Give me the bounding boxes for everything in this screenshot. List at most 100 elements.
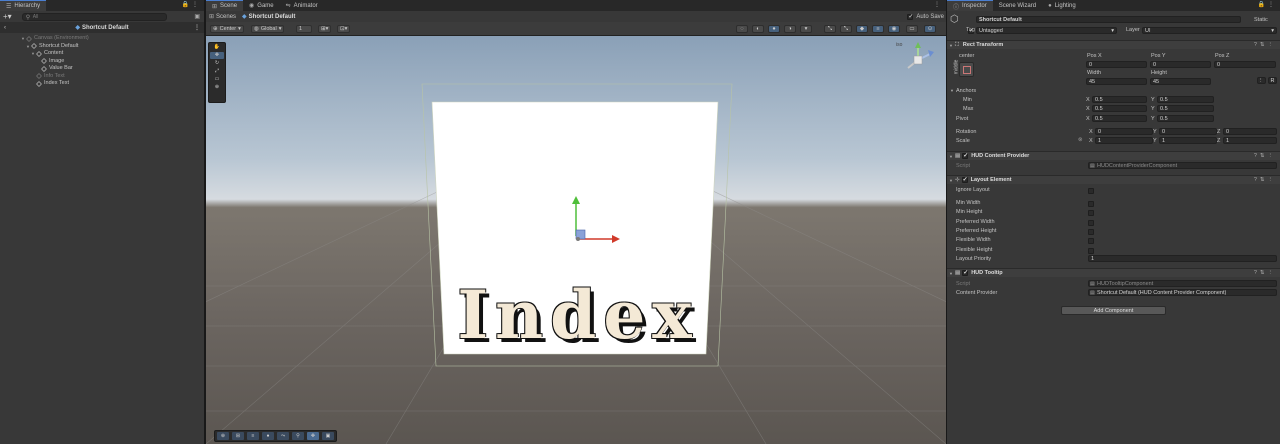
fx-toggle-icon[interactable]: ≡ xyxy=(872,25,884,33)
grid-snap-dropdown[interactable]: ⊞▾ xyxy=(318,25,332,33)
back-icon[interactable]: ‹ xyxy=(4,25,6,31)
raw-edit-button[interactable]: R xyxy=(1268,77,1277,84)
rotation-y-field[interactable]: 0 xyxy=(1159,128,1217,135)
layout-priority-field[interactable]: 1 xyxy=(1088,255,1277,262)
tab-scene[interactable]: ⊞ Scene xyxy=(206,0,244,11)
breadcrumb-root[interactable]: Scenes xyxy=(216,14,236,20)
anchor-max-y-field[interactable]: 0.5 xyxy=(1157,105,1214,112)
scale-z-field[interactable]: 1 xyxy=(1223,137,1277,144)
hierarchy-item[interactable]: ▼ Content xyxy=(0,50,204,58)
camera-settings-icon[interactable]: ▭ xyxy=(906,25,918,33)
zoom-icon[interactable]: ⚲ xyxy=(292,432,304,440)
anchor-preset-button[interactable] xyxy=(959,62,974,77)
foldout-icon[interactable]: ▼ xyxy=(947,43,955,48)
layout-element-header[interactable]: ▼ ⊹ Layout Element ?⇅⋮ xyxy=(947,175,1280,184)
hierarchy-item[interactable]: Image xyxy=(0,58,204,66)
move-icon[interactable]: ✥ xyxy=(307,432,319,440)
layout-row-checkbox[interactable] xyxy=(1088,201,1094,207)
tab-lighting[interactable]: ● Lighting xyxy=(1042,0,1082,11)
tab-game[interactable]: ◉ Game xyxy=(243,0,280,11)
tab-animator[interactable]: ⇋ Animator xyxy=(280,0,324,11)
component-menu-icon[interactable]: ?⇅⋮ xyxy=(1254,153,1276,159)
2d-toggle-icon[interactable]: ⤡ xyxy=(824,25,836,33)
layout-row-checkbox[interactable] xyxy=(1088,210,1094,217)
foldout-icon[interactable]: ▼ xyxy=(947,178,955,183)
pos-y-field[interactable]: 0 xyxy=(1150,61,1211,68)
increment-snap-dropdown[interactable]: ⊡▾ xyxy=(337,25,351,33)
filter-icon[interactable]: ▣ xyxy=(194,13,200,20)
rotation-x-field[interactable]: 0 xyxy=(1095,128,1153,135)
breadcrumb-current[interactable]: Shortcut Default xyxy=(249,14,296,20)
component-enabled-checkbox[interactable] xyxy=(962,152,968,159)
component-menu-icon[interactable]: ?⇅⋮ xyxy=(1254,177,1276,183)
add-icon[interactable]: +▾ xyxy=(3,12,12,21)
sphere-icon[interactable]: ● xyxy=(262,432,274,440)
anchor-min-y-field[interactable]: 0.5 xyxy=(1157,96,1214,103)
hierarchy-item[interactable]: Value Bar xyxy=(0,65,204,73)
foldout-icon[interactable]: ▼ xyxy=(947,271,955,276)
tab-hierarchy[interactable]: ☰ Hierarchy xyxy=(0,0,47,11)
constrain-scale-icon[interactable]: ⊗ xyxy=(1078,137,1083,143)
width-field[interactable]: 45 xyxy=(1086,78,1147,85)
space-mode-dropdown[interactable]: ◍ Global ▾ xyxy=(251,25,285,33)
hidden-objects-icon[interactable]: ◉ xyxy=(888,25,900,33)
tag-dropdown[interactable]: Untagged ▾ xyxy=(976,27,1117,34)
pos-z-field[interactable]: 0 xyxy=(1214,61,1276,68)
search-input[interactable]: All xyxy=(21,12,167,21)
panel-menu-icon[interactable]: ⋮ xyxy=(934,1,943,8)
shading-shaded-wire-icon[interactable]: ◐ xyxy=(752,25,764,33)
anchors-foldout-icon[interactable]: ▼ xyxy=(950,88,954,93)
rect-transform-header[interactable]: ▼ ⛶ Rect Transform ?⇅⋮ xyxy=(947,40,1280,49)
rotation-z-field[interactable]: 0 xyxy=(1223,128,1277,135)
content-provider-field[interactable]: Shortcut Default (HUD Content Provider C… xyxy=(1088,289,1277,296)
hierarchy-item[interactable]: ▼ Canvas (Environment) xyxy=(0,35,204,43)
pivot-icon[interactable]: ⊕ xyxy=(217,432,229,440)
orientation-gizmo[interactable]: iso xyxy=(894,38,942,82)
hud-tooltip-header[interactable]: ▼ ▤ HUD Tooltip ?⇅⋮ xyxy=(947,268,1280,277)
blueprint-mode-button[interactable]: ⋮⋮ xyxy=(1257,77,1266,84)
layout-row-checkbox[interactable] xyxy=(1088,247,1094,254)
object-name-field[interactable]: Shortcut Default xyxy=(976,16,1241,23)
gizmos-icon[interactable]: ⊙ xyxy=(924,25,936,33)
hierarchy-item[interactable]: Index Text xyxy=(0,80,204,88)
anchor-max-x-field[interactable]: 0.5 xyxy=(1092,105,1147,112)
layer-dropdown[interactable]: UI ▾ xyxy=(1142,27,1277,34)
expand-arrow-icon[interactable]: ▼ xyxy=(25,43,31,51)
foldout-icon[interactable]: ▼ xyxy=(947,154,955,159)
snap-field[interactable]: 1 xyxy=(296,25,312,33)
component-enabled-checkbox[interactable] xyxy=(961,176,968,183)
auto-save-checkbox[interactable] xyxy=(907,13,913,20)
scale-y-field[interactable]: 1 xyxy=(1159,137,1217,144)
camera-icon[interactable]: ▣ xyxy=(322,432,334,440)
grid-toggle-icon[interactable]: ⊞ xyxy=(232,432,244,440)
shading-shaded-icon[interactable]: ● xyxy=(768,25,780,33)
more-icon[interactable]: ⋮ xyxy=(194,24,200,31)
component-enabled-checkbox[interactable] xyxy=(962,269,968,276)
pos-x-field[interactable]: 0 xyxy=(1086,61,1147,68)
path-icon[interactable]: ⤳ xyxy=(277,432,289,440)
panel-menu-icon[interactable]: 🔒⋮ xyxy=(182,1,201,8)
panel-menu-icon[interactable]: 🔒⋮ xyxy=(1258,1,1277,8)
height-field[interactable]: 45 xyxy=(1150,78,1211,85)
scene-viewport[interactable]: ✋ ✥ ↻ ⤢ ▭ ⊕ Index iso ⊕ ⊞ ≡ ● ⤳ ⚲ ✥ ▣ xyxy=(206,36,946,444)
auto-save-toggle[interactable]: Auto Save xyxy=(907,13,944,20)
layout-row-checkbox[interactable] xyxy=(1088,188,1094,194)
hierarchy-item[interactable]: Info Text xyxy=(0,73,204,81)
snap-toggle-icon[interactable]: ≡ xyxy=(247,432,259,440)
pivot-x-field[interactable]: 0.5 xyxy=(1092,115,1147,122)
component-menu-icon[interactable]: ?⇅⋮ xyxy=(1254,270,1276,276)
anchor-min-x-field[interactable]: 0.5 xyxy=(1092,96,1147,103)
layout-row-checkbox[interactable] xyxy=(1088,228,1094,235)
lighting-toggle-icon[interactable]: ⤡ xyxy=(840,25,852,33)
component-menu-icon[interactable]: ?⇅⋮ xyxy=(1254,42,1276,48)
hud-content-provider-header[interactable]: ▼ ▤ HUD Content Provider ?⇅⋮ xyxy=(947,151,1280,160)
layout-row-checkbox[interactable] xyxy=(1088,219,1094,226)
scale-x-field[interactable]: 1 xyxy=(1095,137,1153,144)
pivot-mode-dropdown[interactable]: ⊕ Center ▾ xyxy=(210,25,244,33)
tab-scene-wizard[interactable]: Scene Wizard xyxy=(993,0,1042,11)
audio-toggle-icon[interactable]: ◆ xyxy=(856,25,868,33)
tab-inspector[interactable]: ⓘ Inspector xyxy=(947,0,993,11)
draw-mode-icon[interactable]: ▾ xyxy=(800,25,812,33)
add-component-button[interactable]: Add Component xyxy=(1061,306,1166,315)
shading-wireframe-icon[interactable]: ◌ xyxy=(736,25,748,33)
